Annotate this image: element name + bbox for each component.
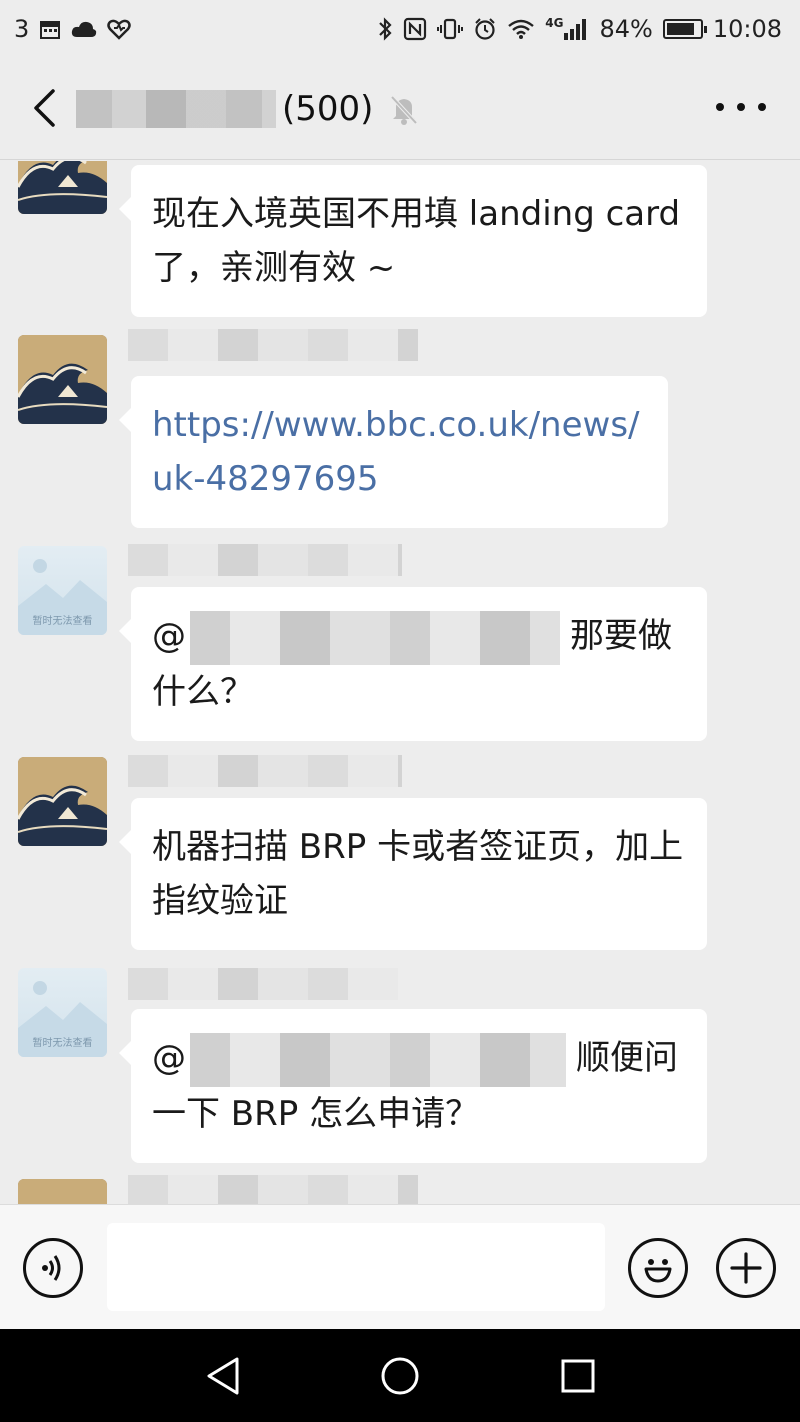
nav-back-button[interactable] — [200, 1353, 246, 1399]
message-text: 机器扫描 BRP 卡或者签证页，加上指纹验证 — [152, 827, 684, 921]
bell-muted-icon — [390, 95, 418, 125]
status-right: 4G 84% 10:08 — [377, 15, 782, 43]
wave-painting-icon — [18, 161, 107, 214]
message-link[interactable]: https://www.bbc.co.uk/news/uk-48297695 — [152, 405, 640, 499]
sender-name-redacted — [128, 544, 402, 576]
group-name-redacted — [76, 90, 276, 128]
plus-icon — [730, 1252, 762, 1284]
message-input[interactable] — [107, 1223, 605, 1311]
nav-home-button[interactable] — [377, 1353, 423, 1399]
message-text: 现在入境英国不用填 landing card 了，亲测有效 ~ — [152, 194, 681, 288]
message-bubble[interactable]: @ 那要做什么？ — [119, 587, 707, 741]
more-button[interactable] — [716, 94, 766, 120]
message-bubble[interactable]: 机器扫描 BRP 卡或者签证页，加上指纹验证 — [119, 798, 707, 950]
mention-name-redacted — [190, 1032, 566, 1087]
cell-signal: 4G — [545, 17, 589, 41]
sender-name-redacted — [128, 329, 418, 361]
avatar-placeholder-text: 暂时无法查看 — [32, 1038, 93, 1049]
avatar[interactable] — [18, 757, 107, 846]
signal-icon — [564, 19, 587, 40]
chat-title: (500) — [76, 84, 421, 134]
avatar[interactable]: 暂时无法查看 — [18, 968, 107, 1057]
message-bubble[interactable]: @ 顺便问一下 BRP 怎么申请？ — [119, 1009, 707, 1163]
status-bar: 3 4G 84% 10:08 — [0, 0, 800, 58]
avatar[interactable] — [18, 161, 107, 214]
sender-name-redacted — [128, 968, 398, 1000]
more-icon — [716, 103, 724, 111]
message-bubble[interactable]: 现在入境英国不用填 landing card 了，亲测有效 ~ — [119, 165, 707, 317]
system-nav-bar — [0, 1329, 800, 1422]
back-arrow-icon — [34, 89, 55, 127]
emoji-icon — [644, 1259, 672, 1283]
network-type: 4G — [545, 16, 564, 30]
more-icon-dot — [737, 103, 745, 111]
mention-prefix: @ — [152, 1038, 186, 1078]
voice-button[interactable] — [23, 1238, 83, 1298]
member-count: (500) — [282, 89, 374, 129]
sender-name-redacted — [128, 755, 402, 787]
avatar[interactable] — [18, 335, 107, 424]
nav-recents-button[interactable] — [555, 1353, 601, 1399]
heart-icon — [107, 19, 132, 40]
wave-painting-icon — [18, 757, 107, 846]
vibrate-icon — [437, 18, 464, 40]
wave-painting-icon — [18, 1179, 107, 1204]
square-recents-icon — [561, 1359, 595, 1393]
clock: 10:08 — [712, 15, 782, 43]
avatar[interactable] — [18, 1179, 107, 1204]
battery-percent: 84% — [599, 15, 653, 43]
back-button[interactable] — [24, 82, 64, 134]
wifi-icon — [508, 19, 535, 39]
avatar[interactable]: 暂时无法查看 — [18, 546, 107, 635]
bluetooth-icon — [379, 17, 392, 41]
emoji-button[interactable] — [628, 1238, 688, 1298]
mention-name-redacted — [190, 610, 560, 665]
chat-message-list[interactable]: 现在入境英国不用填 landing card 了，亲测有效 ~ https://… — [0, 161, 800, 1204]
alarm-icon — [475, 18, 495, 40]
triangle-back-icon — [207, 1357, 239, 1395]
status-left: 3 — [14, 15, 132, 43]
sender-name-redacted — [128, 1175, 418, 1204]
mention-prefix: @ — [152, 616, 186, 656]
notification-count: 3 — [14, 15, 30, 43]
battery-fill — [666, 23, 694, 35]
wave-painting-icon — [18, 335, 107, 424]
battery-icon — [662, 19, 707, 39]
calendar-icon — [40, 21, 61, 39]
add-button[interactable] — [716, 1238, 776, 1298]
message-bubble[interactable]: https://www.bbc.co.uk/news/uk-48297695 — [119, 376, 668, 528]
chat-input-bar — [0, 1204, 800, 1329]
avatar-placeholder-text: 暂时无法查看 — [32, 616, 93, 627]
circle-home-icon — [381, 1357, 419, 1395]
cloud-icon — [72, 21, 97, 37]
more-icon-dot — [758, 103, 766, 111]
nfc-icon — [404, 17, 427, 41]
voice-icon — [42, 1255, 61, 1281]
chat-header: (500) — [0, 58, 800, 160]
